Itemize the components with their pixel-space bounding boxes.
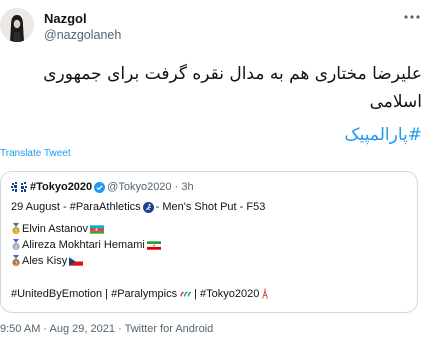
czech-flag-icon [69,256,84,266]
athlete-row-gold: 1 Elvin Astanov [11,223,105,236]
svg-text:2: 2 [15,244,18,250]
athlete-row-bronze: 3 Ales Kisy [11,255,84,268]
gold-medal-icon: 1 [12,223,20,234]
author-handle[interactable]: @nazgolaneh [44,27,121,43]
hashtags-end: | #Tokyo2020 [194,288,260,301]
athlete-name: Alireza Mokhtari Hemami [22,239,145,252]
quoted-tweet-time[interactable]: 3h [181,181,193,193]
quoted-author-handle[interactable]: @Tokyo2020 [107,181,171,193]
translate-tweet-link[interactable]: Translate Tweet [0,148,71,159]
quoted-event-line: 29 August - #ParaAthletics - Men's Shot … [11,201,265,213]
quoted-separator: · [174,181,179,194]
athlete-name: Elvin Astanov [22,223,89,236]
verified-badge-icon [94,181,106,193]
avatar[interactable] [0,8,34,42]
para-athletics-icon [142,201,154,213]
avatar-image [0,8,34,42]
svg-text:3: 3 [15,260,18,266]
author-display-name[interactable]: Nazgol [44,11,121,27]
tweet-date[interactable]: Aug 29, 2021 [50,323,115,335]
svg-text:1: 1 [15,228,18,234]
paralympic-agitos-icon [180,291,192,297]
quoted-author-name[interactable]: #Tokyo2020 [30,181,92,193]
bronze-medal-icon: 3 [12,255,20,266]
tokyo-tower-icon [262,288,269,300]
author-block[interactable]: Nazgol @nazgolaneh [44,11,121,43]
tweet-client[interactable]: Twitter for Android [125,323,214,335]
more-options-icon[interactable] [402,10,422,24]
event-line-start: 29 August - #ParaAthletics [11,201,141,214]
athlete-name: Ales Kisy [22,255,68,268]
tokyo2020-emblem-icon [11,181,27,192]
quoted-tweet[interactable]: #Tokyo2020 @Tokyo2020 · 3h 29 August - #… [0,171,418,313]
tweet-footer: 9:50 AM · Aug 29, 2021 · Twitter for And… [0,323,213,335]
athlete-row-silver: 2 Alireza Mokhtari Hemami [11,239,161,251]
quoted-hashtags-line: #UnitedByEmotion | #Paralympics | #Tokyo… [11,288,271,300]
silver-medal-icon: 2 [12,239,20,250]
event-line-end: - Men's Shot Put - F53 [155,201,266,214]
azerbaijan-flag-icon [90,224,105,234]
tweet-time[interactable]: 9:50 AM [0,323,40,335]
hashtags-start: #UnitedByEmotion | #Paralympics [11,288,178,301]
hashtag-link[interactable]: #پارالمپیک [344,125,422,145]
tweet-text: علیرضا مختاری هم به مدال نقره گرفت برای … [43,64,422,112]
footer-separator: · [43,323,48,335]
iran-flag-icon [146,240,161,250]
quoted-tweet-header: #Tokyo2020 @Tokyo2020 · 3h [11,181,194,193]
footer-separator: · [118,323,122,335]
